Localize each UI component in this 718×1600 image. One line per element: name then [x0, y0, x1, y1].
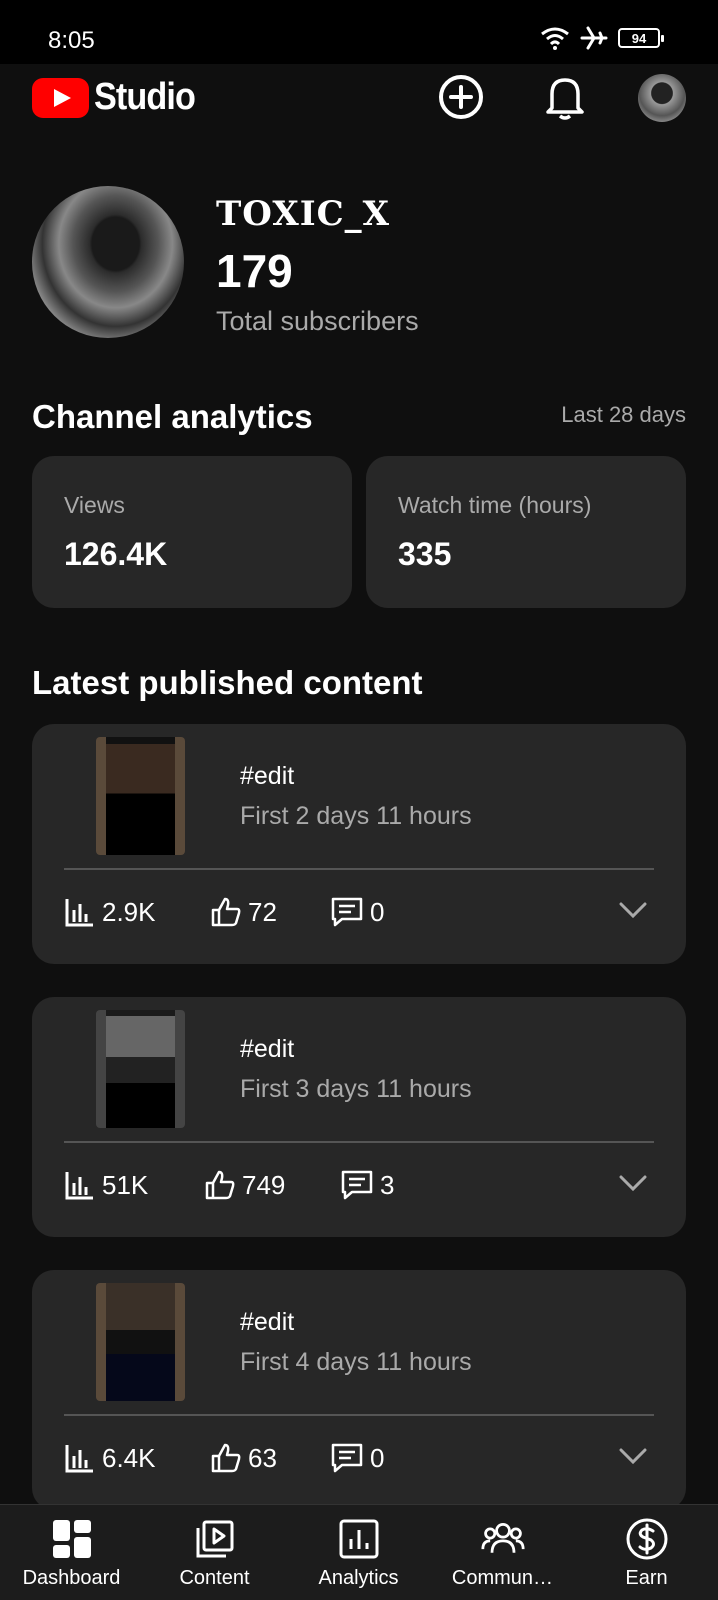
- watch-time-card[interactable]: Watch time (hours) 335: [366, 456, 686, 608]
- views-count: 51K: [102, 1169, 149, 1200]
- date-range-label: Last 28 days: [561, 402, 686, 427]
- divider: [64, 1414, 654, 1416]
- views-metric: 2.9K: [64, 896, 156, 928]
- video-thumbnail[interactable]: [96, 1010, 185, 1128]
- notifications-button[interactable]: [540, 72, 590, 122]
- watch-time-label: Watch time (hours): [398, 492, 592, 518]
- likes-metric: 72: [210, 896, 277, 928]
- content-icon: [193, 1517, 237, 1561]
- thumbs-up-icon: [211, 1443, 241, 1473]
- video-thumbnail[interactable]: [96, 737, 185, 855]
- views-count: 2.9K: [102, 896, 156, 927]
- video-title: #edit: [240, 1035, 295, 1063]
- views-metric: 51K: [64, 1169, 148, 1201]
- comment-icon: [331, 1443, 363, 1473]
- analytics-icon: [337, 1517, 381, 1561]
- nav-earn[interactable]: Earn: [575, 1505, 718, 1600]
- views-label: Views: [64, 492, 125, 518]
- chevron-down-icon[interactable]: [618, 900, 648, 920]
- bar-chart-icon: [65, 1172, 93, 1200]
- comment-icon: [331, 897, 363, 927]
- nav-content-label: Content: [179, 1567, 250, 1589]
- channel-name: TOXIC_X: [216, 194, 391, 234]
- video-subtitle: First 4 days 11 hours: [240, 1348, 472, 1376]
- nav-community-label: Commun…: [451, 1567, 554, 1589]
- likes-metric: 749: [204, 1169, 285, 1201]
- comments-count: 0: [370, 1442, 385, 1473]
- status-time: 8:05: [48, 27, 95, 54]
- video-title: #edit: [240, 1308, 295, 1336]
- comments-count: 3: [380, 1169, 395, 1200]
- wifi-icon: [541, 27, 569, 50]
- divider: [64, 868, 654, 870]
- app-header: Studio: [0, 64, 718, 134]
- video-thumbnail[interactable]: [96, 1283, 185, 1401]
- nav-dashboard[interactable]: Dashboard: [0, 1505, 143, 1600]
- likes-metric: 63: [210, 1442, 277, 1474]
- subscriber-label: Total subscribers: [216, 306, 419, 336]
- views-card[interactable]: Views 126.4K: [32, 456, 352, 608]
- content-card[interactable]: #edit First 4 days 11 hours 6.4K 63 0: [32, 1270, 686, 1510]
- likes-count: 749: [242, 1169, 286, 1200]
- comment-icon: [341, 1170, 373, 1200]
- dollar-circle-icon: [625, 1517, 669, 1561]
- subscriber-count: 179: [216, 245, 293, 297]
- video-subtitle: First 2 days 11 hours: [240, 802, 472, 830]
- video-title: #edit: [240, 762, 295, 790]
- content-card[interactable]: #edit First 2 days 11 hours 2.9K 72 0: [32, 724, 686, 964]
- thumbs-up-icon: [211, 897, 241, 927]
- channel-analytics-title: Channel analytics: [32, 398, 313, 435]
- youtube-logo-icon: [32, 78, 89, 118]
- channel-avatar[interactable]: [32, 186, 184, 338]
- likes-count: 63: [248, 1442, 277, 1473]
- comments-count: 0: [370, 896, 385, 927]
- nav-content[interactable]: Content: [143, 1505, 286, 1600]
- comments-metric: 0: [330, 1442, 384, 1474]
- thumbs-up-icon: [205, 1170, 235, 1200]
- chevron-down-icon[interactable]: [618, 1173, 648, 1193]
- comments-metric: 0: [330, 896, 384, 928]
- bar-chart-icon: [65, 1445, 93, 1473]
- bottom-nav: Dashboard Content Analytics Commun… Earn: [0, 1504, 718, 1600]
- divider: [64, 1141, 654, 1143]
- account-avatar[interactable]: [638, 74, 686, 122]
- nav-dashboard-label: Dashboard: [22, 1567, 121, 1589]
- bell-icon: [546, 78, 584, 120]
- community-icon: [480, 1517, 525, 1561]
- comments-metric: 3: [340, 1169, 394, 1201]
- status-icons: 94: [540, 26, 664, 50]
- battery-icon: 94: [618, 28, 664, 48]
- watch-time-value: 335: [398, 536, 452, 572]
- app-name: Studio: [94, 76, 196, 118]
- views-count: 6.4K: [102, 1442, 156, 1473]
- plus-circle-icon: [439, 75, 483, 119]
- nav-analytics-label: Analytics: [318, 1567, 399, 1589]
- views-metric: 6.4K: [64, 1442, 156, 1474]
- nav-earn-label: Earn: [625, 1567, 668, 1589]
- latest-content-title: Latest published content: [32, 664, 423, 701]
- status-bar: 8:05 94: [0, 0, 718, 64]
- likes-count: 72: [248, 896, 277, 927]
- nav-community[interactable]: Commun…: [431, 1505, 574, 1600]
- bar-chart-icon: [65, 899, 93, 927]
- content-card[interactable]: #edit First 3 days 11 hours 51K 749 3: [32, 997, 686, 1237]
- views-value: 126.4K: [64, 536, 168, 572]
- airplane-icon: [580, 26, 608, 50]
- video-subtitle: First 3 days 11 hours: [240, 1075, 472, 1103]
- create-button[interactable]: [436, 72, 486, 122]
- chevron-down-icon[interactable]: [618, 1446, 648, 1466]
- nav-analytics[interactable]: Analytics: [287, 1505, 430, 1600]
- dashboard-icon: [50, 1517, 94, 1561]
